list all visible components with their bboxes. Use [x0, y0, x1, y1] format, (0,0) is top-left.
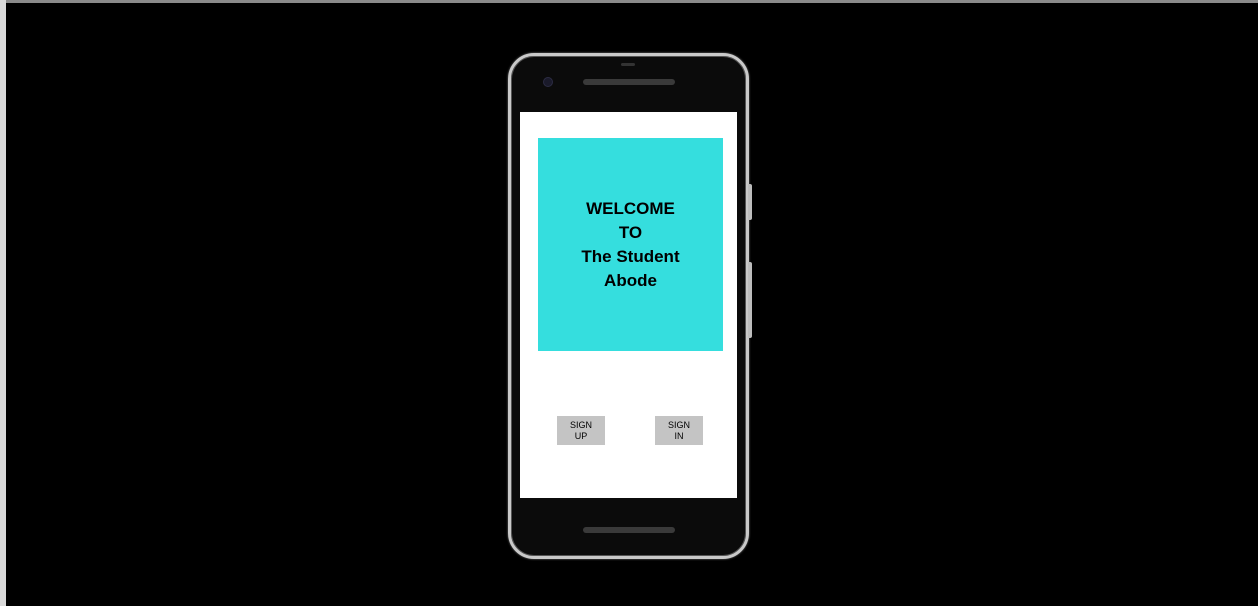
welcome-line-4: Abode [604, 270, 657, 290]
power-button[interactable] [748, 184, 752, 220]
welcome-line-2: TO [618, 222, 643, 242]
window-left-border [0, 0, 6, 606]
sign-up-button[interactable]: SIGN UP [557, 416, 605, 445]
sign-in-button[interactable]: SIGN IN [655, 416, 703, 445]
sign-in-label-line-1: SIGN [667, 419, 690, 430]
earpiece-icon [621, 63, 635, 66]
sign-in-label-line-2: IN [674, 430, 684, 441]
app-screen: WELCOME TO The Student Abode SIGN UP SIG… [520, 112, 737, 498]
sign-up-label-line-2: UP [574, 430, 588, 441]
top-speaker-grille [583, 79, 675, 85]
welcome-banner: WELCOME TO The Student Abode [538, 138, 723, 351]
welcome-line-1: WELCOME [586, 198, 675, 218]
volume-button[interactable] [748, 262, 752, 338]
sign-up-label-line-1: SIGN [569, 419, 592, 430]
bottom-speaker-grille [583, 527, 675, 533]
emulator-stage: WELCOME TO The Student Abode SIGN UP SIG… [0, 0, 1258, 606]
window-top-border [0, 0, 1258, 3]
welcome-title: WELCOME TO The Student Abode [581, 197, 679, 293]
welcome-line-3: The Student [581, 246, 680, 266]
front-camera-icon [543, 77, 553, 87]
